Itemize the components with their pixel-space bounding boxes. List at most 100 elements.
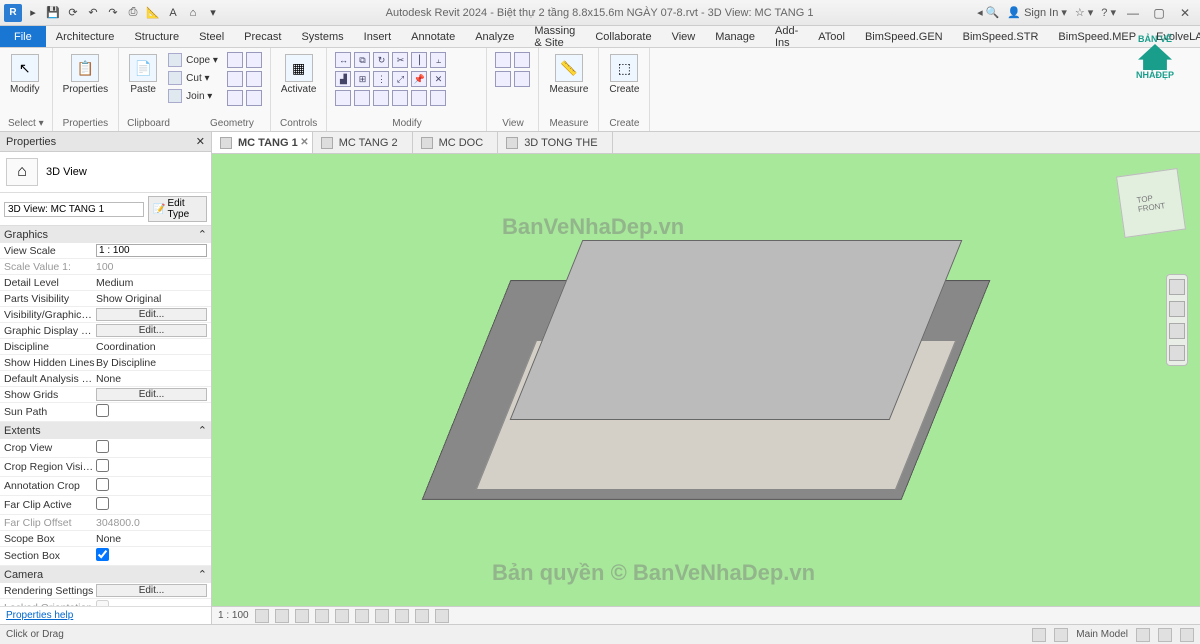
view-tool-2-icon[interactable] [514,52,530,68]
ribbon-tab-add-ins[interactable]: Add-Ins [765,26,808,47]
geom-tool-4-icon[interactable] [246,71,262,87]
far-clip-checkbox[interactable] [96,497,109,510]
annotation-crop-checkbox[interactable] [96,478,109,491]
nav-orbit-icon[interactable] [1169,345,1185,361]
pin-icon[interactable]: 📌 [411,71,427,87]
scope-box-value[interactable]: None [96,533,207,545]
array-icon[interactable]: ⋮ [373,71,389,87]
sb-icon-2[interactable] [1054,628,1068,642]
qat-undo-icon[interactable]: ↶ [84,4,102,22]
ribbon-tab-massing-site[interactable]: Massing & Site [524,26,585,47]
mod-tool-a-icon[interactable] [335,90,351,106]
view-tab-3d-tong-the[interactable]: 3D TONG THE [498,132,612,153]
geom-tool-2-icon[interactable] [246,52,262,68]
file-tab[interactable]: File [0,26,46,47]
geom-tool-6-icon[interactable] [246,90,262,106]
ribbon-tab-atool[interactable]: ATool [808,26,855,47]
properties-button[interactable]: 📋Properties [61,52,111,97]
align-icon[interactable]: ⫠ [430,52,446,68]
group-extents[interactable]: Extents⌃ [0,422,211,439]
copy-icon[interactable]: ⧉ [354,52,370,68]
properties-body[interactable]: Graphics⌃ View Scale Scale Value 1:100 D… [0,226,211,606]
temporary-hide-icon[interactable] [415,609,429,623]
move-icon[interactable]: ↔ [335,52,351,68]
sun-path-checkbox[interactable] [96,404,109,417]
sb-icon-5[interactable] [1180,628,1194,642]
app-icon[interactable]: R [4,4,22,22]
maximize-icon[interactable]: ▢ [1150,4,1168,22]
ribbon-tab-systems[interactable]: Systems [291,26,353,47]
ribbon-tab-bimspeed-str[interactable]: BimSpeed.STR [953,26,1049,47]
ribbon-tab-annotate[interactable]: Annotate [401,26,465,47]
properties-type-selector[interactable]: ⌂ 3D View [0,152,211,193]
qat-dropdown-icon[interactable]: ▾ [204,4,222,22]
view-tab-mc-tang-1[interactable]: MC TANG 1✕ [212,132,313,153]
ribbon-tab-bimspeed-mep[interactable]: BimSpeed.MEP [1048,26,1146,47]
rendering-icon[interactable] [335,609,349,623]
geom-tool-3-icon[interactable] [227,71,243,87]
sun-path-icon[interactable] [295,609,309,623]
qat-open-icon[interactable]: ▸ [24,4,42,22]
scale-icon[interactable]: ⤢ [392,71,408,87]
close-icon[interactable]: ✕ [1176,4,1194,22]
properties-help-link[interactable]: Properties help [0,606,211,624]
view-tool-1-icon[interactable] [495,52,511,68]
qat-home-icon[interactable]: ⌂ [184,4,202,22]
delete-icon[interactable]: ✕ [430,71,446,87]
detail-level-icon[interactable] [255,609,269,623]
visual-style-icon[interactable] [275,609,289,623]
mod-tool-d-icon[interactable] [392,90,408,106]
ribbon-tab-manage[interactable]: Manage [705,26,765,47]
nav-pan-icon[interactable] [1169,301,1185,317]
instance-selector-input[interactable] [4,202,144,217]
detail-level-value[interactable]: Medium [96,277,207,289]
favorites-icon[interactable]: ☆ ▾ [1075,6,1093,19]
create-button[interactable]: ⬚Create [607,52,641,97]
split-icon[interactable]: ⎮ [411,52,427,68]
rendering-edit-button[interactable]: Edit... [96,584,207,597]
crop-icon[interactable] [355,609,369,623]
geom-tool-1-icon[interactable] [227,52,243,68]
ribbon-tab-evolvelab[interactable]: EvolveLAB [1146,26,1200,47]
signin-button[interactable]: 👤 Sign In ▾ [1007,6,1066,19]
sb-icon-3[interactable] [1136,628,1150,642]
geom-tool-5-icon[interactable] [227,90,243,106]
qat-text-icon[interactable]: A [164,4,182,22]
mod-tool-c-icon[interactable] [373,90,389,106]
3d-viewport[interactable]: BanVeNhaDep.vn Bản quyền © BanVeNhaDep.v… [212,154,1200,606]
view-tool-4-icon[interactable] [514,71,530,87]
nav-zoom-icon[interactable] [1169,323,1185,339]
show-grids-edit-button[interactable]: Edit... [96,388,207,401]
mod-tool-f-icon[interactable] [430,90,446,106]
view-scale-input[interactable] [96,244,207,257]
mod-tool-e-icon[interactable] [411,90,427,106]
graphic-display-edit-button[interactable]: Edit... [96,324,207,337]
crop-region-icon[interactable] [375,609,389,623]
activate-button[interactable]: ▦Activate [279,52,319,97]
lock-icon[interactable] [395,609,409,623]
measure-button[interactable]: 📏Measure [547,52,590,97]
ribbon-tab-architecture[interactable]: Architecture [46,26,125,47]
workset-label[interactable]: Main Model [1076,629,1128,640]
section-box-checkbox[interactable] [96,548,109,561]
qat-measure-icon[interactable]: 📐 [144,4,162,22]
tab-close-icon[interactable]: ✕ [300,137,308,148]
ribbon-tab-precast[interactable]: Precast [234,26,291,47]
minimize-icon[interactable]: — [1124,4,1142,22]
trim-icon[interactable]: ✂ [392,52,408,68]
view-tool-3-icon[interactable] [495,71,511,87]
cut-button[interactable]: Cut ▾ [165,70,221,86]
discipline-value[interactable]: Coordination [96,341,207,353]
rotate-icon[interactable]: ↻ [373,52,389,68]
nav-wheel-icon[interactable] [1169,279,1185,295]
edit-type-button[interactable]: 📝 Edit Type [148,196,207,222]
search-icon[interactable]: ◂ 🔍 [977,6,999,19]
shadows-icon[interactable] [315,609,329,623]
offset-icon[interactable]: ⊞ [354,71,370,87]
properties-close-icon[interactable]: ✕ [196,135,205,148]
ribbon-tab-view[interactable]: View [662,26,706,47]
ribbon-tab-collaborate[interactable]: Collaborate [585,26,661,47]
qat-sync-icon[interactable]: ⟳ [64,4,82,22]
ribbon-tab-analyze[interactable]: Analyze [465,26,524,47]
modify-button[interactable]: ↖Modify [8,52,41,97]
